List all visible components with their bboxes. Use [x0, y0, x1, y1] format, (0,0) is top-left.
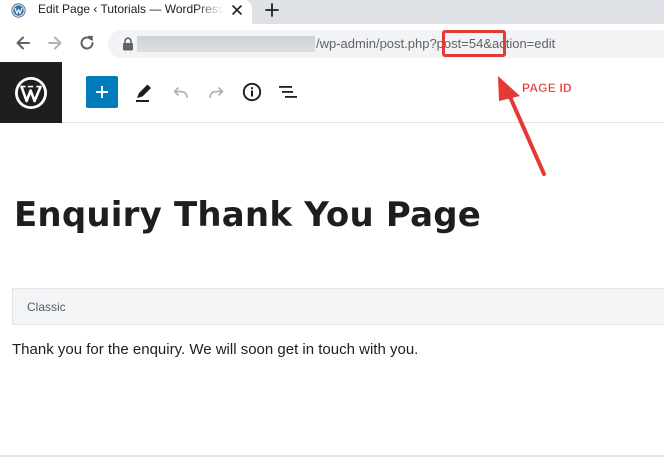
lock-icon[interactable] — [122, 37, 134, 51]
classic-block-content[interactable]: Thank you for the enquiry. We will soon … — [12, 340, 418, 360]
wordpress-logo-button[interactable] — [0, 62, 62, 123]
close-icon[interactable] — [230, 3, 244, 17]
undo-icon[interactable] — [169, 81, 193, 105]
browser-tab-strip: Edit Page ‹ Tutorials — WordPress — [0, 0, 664, 24]
redacted-domain — [137, 36, 315, 52]
browser-tab[interactable]: Edit Page ‹ Tutorials — WordPress — [0, 0, 252, 24]
wordpress-icon — [11, 3, 26, 18]
url-path: /wp-admin/post.php — [316, 36, 430, 51]
address-bar[interactable]: /wp-admin/post.php?post=54&action=edit — [108, 30, 664, 58]
browser-toolbar: /wp-admin/post.php?post=54&action=edit — [0, 24, 664, 62]
arrow-left-icon[interactable] — [13, 33, 33, 53]
url-text: /wp-admin/post.php?post=54&action=edit — [316, 36, 555, 52]
post-id-highlight-box — [442, 30, 506, 57]
info-icon[interactable] — [240, 80, 264, 104]
screenshot: Edit Page ‹ Tutorials — WordPress /wp-ad… — [0, 0, 664, 457]
tab-title-fade — [196, 0, 224, 22]
page-id-annotation: PAGE ID — [522, 81, 572, 95]
plus-icon — [96, 86, 108, 98]
list-view-icon[interactable] — [276, 80, 300, 104]
redo-icon[interactable] — [204, 81, 228, 105]
add-block-button[interactable] — [86, 76, 118, 108]
new-tab-plus-icon[interactable] — [263, 1, 281, 19]
wordpress-logo-icon — [15, 77, 47, 109]
reload-icon[interactable] — [77, 33, 97, 53]
classic-block-label: Classic — [27, 300, 66, 314]
page-title[interactable]: Enquiry Thank You Page — [14, 193, 481, 237]
arrow-right-icon[interactable] — [45, 33, 65, 53]
classic-block-toolbar[interactable]: Classic — [12, 288, 664, 325]
pencil-icon[interactable] — [132, 80, 156, 104]
